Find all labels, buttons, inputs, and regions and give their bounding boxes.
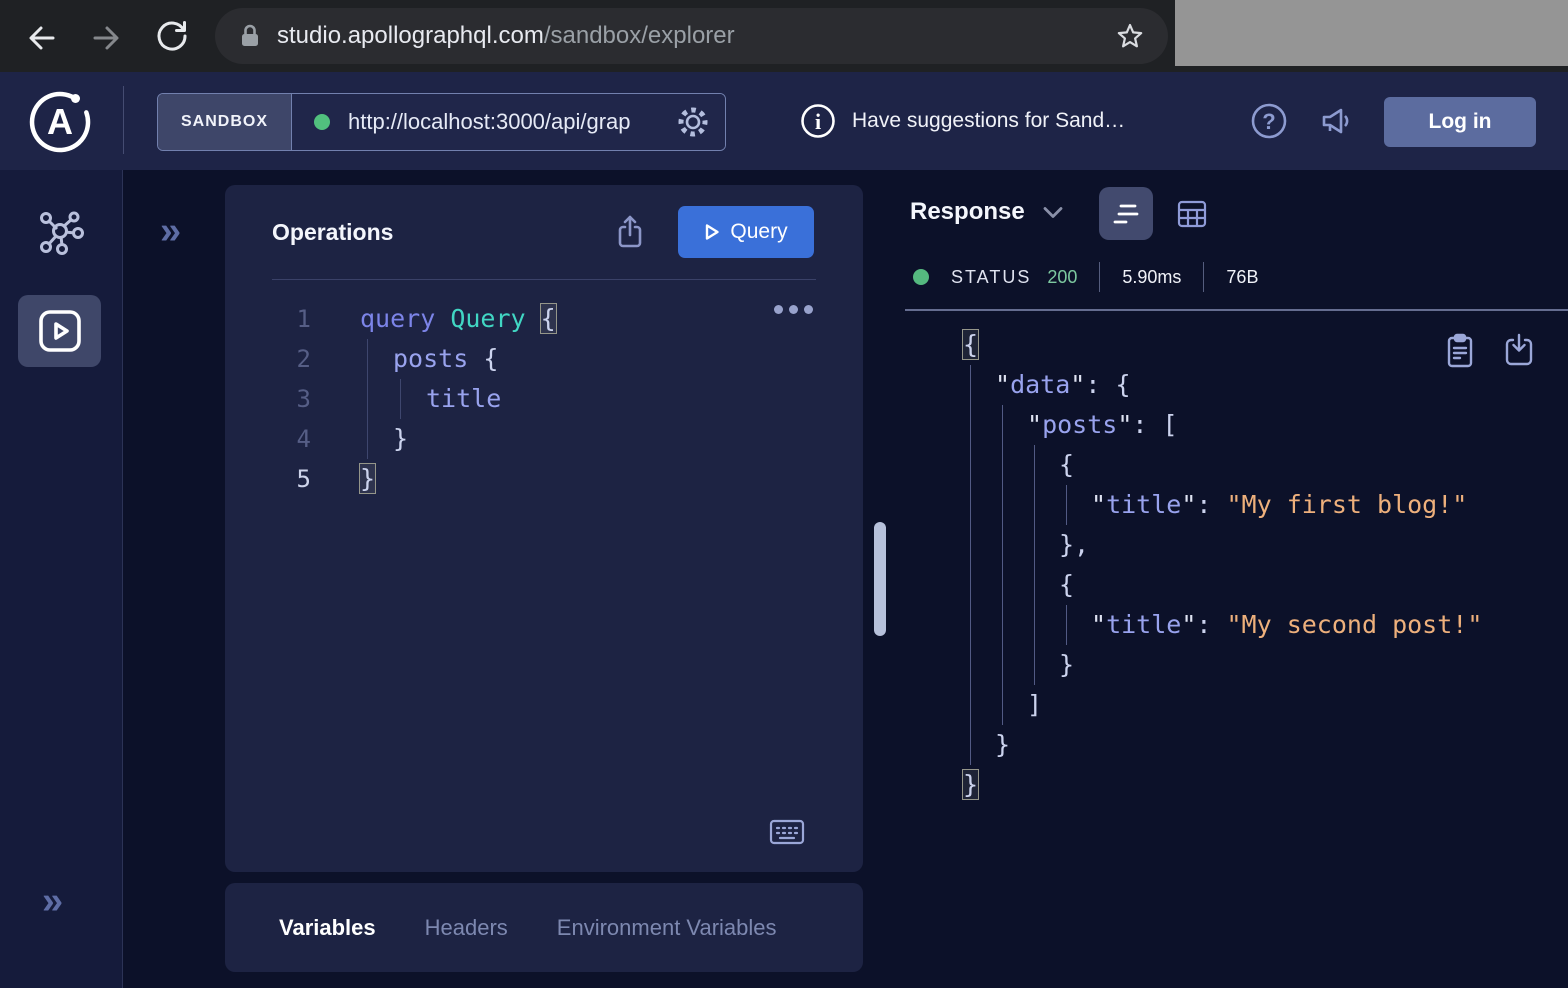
operations-panel: Operations Query 1query Query {2posts {3…: [225, 185, 863, 872]
studio-header: A SANDBOX http://localhost:3000/api/grap…: [0, 72, 1568, 170]
response-json-line: {: [963, 445, 1482, 485]
response-json-line: "posts": [: [963, 405, 1482, 445]
query-editor[interactable]: 1query Query {2posts {3title4}5}: [225, 280, 863, 499]
header-divider: [123, 86, 124, 154]
response-json-line: },: [963, 525, 1482, 565]
response-panel: Response STATUS 200 5.90ms 76B: [905, 170, 1568, 988]
response-json-line: "title": "My first blog!": [963, 485, 1482, 525]
clipboard-copy-icon[interactable]: [1445, 333, 1475, 369]
response-status-row: STATUS 200 5.90ms 76B: [913, 262, 1258, 292]
help-icon[interactable]: ?: [1250, 102, 1288, 140]
apollo-logo[interactable]: A: [28, 90, 92, 154]
sidebar-expand-chevron-icon[interactable]: »: [42, 882, 63, 920]
chevron-down-icon[interactable]: [1043, 206, 1063, 219]
megaphone-icon[interactable]: [1318, 103, 1358, 139]
status-divider: [1203, 262, 1204, 292]
play-square-icon: [37, 308, 83, 354]
editor-code-line[interactable]: 5}: [295, 459, 863, 499]
svg-text:A: A: [47, 101, 73, 142]
graph-schema-icon[interactable]: [35, 208, 87, 260]
gear-icon[interactable]: [675, 104, 711, 140]
suggestion-text: Have suggestions for Sand…: [852, 109, 1125, 133]
green-status-dot: [913, 269, 929, 285]
latency-value: 5.90ms: [1122, 267, 1181, 288]
info-icon: i: [800, 103, 836, 139]
editor-code-line[interactable]: 3title: [295, 379, 863, 419]
editor-code-line[interactable]: 4}: [295, 419, 863, 459]
explorer-main: » Operations Query 1query Query {2posts …: [123, 170, 1568, 988]
adjacent-window-area: [1175, 0, 1568, 66]
panel-expand-chevron-icon[interactable]: »: [160, 212, 181, 250]
tab-headers[interactable]: Headers: [425, 915, 508, 941]
suggestion-banner[interactable]: i Have suggestions for Sand…: [800, 72, 1125, 170]
operations-header: Operations Query: [225, 185, 863, 279]
response-json-line: }: [963, 765, 1482, 805]
response-json-line: }: [963, 645, 1482, 685]
request-settings-panel: Variables Headers Environment Variables: [225, 883, 863, 972]
response-json-line: {: [963, 325, 1482, 365]
endpoint-input-wrap[interactable]: http://localhost:3000/api/grap: [292, 94, 725, 150]
login-button[interactable]: Log in: [1384, 97, 1536, 147]
response-json-line: ]: [963, 685, 1482, 725]
size-value: 76B: [1226, 267, 1258, 288]
response-json-line: "title": "My second post!": [963, 605, 1482, 645]
lock-icon: [239, 23, 261, 49]
url-path: /sandbox/explorer: [544, 22, 735, 49]
address-bar[interactable]: studio.apollographql.com/sandbox/explore…: [215, 8, 1168, 64]
share-icon[interactable]: [615, 214, 645, 250]
left-sidebar: »: [0, 170, 123, 988]
operations-title: Operations: [272, 219, 615, 246]
response-json-viewer: {"data": {"posts": [{"title": "My first …: [905, 325, 1482, 805]
table-view-icon: [1176, 199, 1208, 229]
browser-toolbar: studio.apollographql.com/sandbox/explore…: [0, 0, 1568, 72]
reload-icon[interactable]: [155, 19, 189, 53]
sandbox-badge[interactable]: SANDBOX: [158, 94, 292, 150]
forward-icon[interactable]: [90, 22, 122, 54]
status-label: STATUS: [951, 267, 1031, 288]
response-json-line: {: [963, 565, 1482, 605]
url-text: studio.apollographql.com/sandbox/explore…: [277, 22, 1116, 50]
run-query-label: Query: [730, 220, 787, 244]
table-view-toggle[interactable]: [1176, 199, 1208, 229]
url-host: studio.apollographql.com: [277, 22, 544, 49]
sidebar-item-explorer[interactable]: [18, 295, 101, 367]
response-divider: [905, 309, 1568, 311]
back-icon[interactable]: [26, 22, 58, 54]
line-number: 5: [295, 459, 311, 499]
download-icon[interactable]: [1503, 333, 1535, 367]
formatted-view-icon: [1111, 201, 1141, 227]
line-number: 2: [295, 339, 311, 379]
status-code: 200: [1047, 267, 1077, 288]
svg-text:?: ?: [1262, 109, 1275, 134]
kebab-menu-icon[interactable]: [774, 305, 813, 314]
run-query-button[interactable]: Query: [678, 206, 814, 258]
formatted-view-toggle[interactable]: [1099, 187, 1153, 240]
line-number: 3: [295, 379, 311, 419]
endpoint-selector: SANDBOX http://localhost:3000/api/grap: [157, 93, 726, 151]
svg-text:i: i: [815, 109, 821, 134]
endpoint-url-input[interactable]: http://localhost:3000/api/grap: [348, 109, 675, 135]
editor-code-line[interactable]: 2posts {: [295, 339, 863, 379]
line-number: 1: [295, 299, 311, 339]
pane-resize-handle[interactable]: [874, 522, 886, 636]
response-json-line: }: [963, 725, 1482, 765]
response-title: Response: [910, 198, 1025, 226]
endpoint-status-dot: [314, 114, 330, 130]
line-number: 4: [295, 419, 311, 459]
tab-variables[interactable]: Variables: [279, 915, 376, 941]
keyboard-icon[interactable]: [769, 818, 805, 846]
status-divider: [1099, 262, 1100, 292]
tab-environment-variables[interactable]: Environment Variables: [557, 915, 777, 941]
star-icon[interactable]: [1116, 22, 1144, 50]
response-json-line: "data": {: [963, 365, 1482, 405]
play-triangle-icon: [704, 223, 720, 241]
